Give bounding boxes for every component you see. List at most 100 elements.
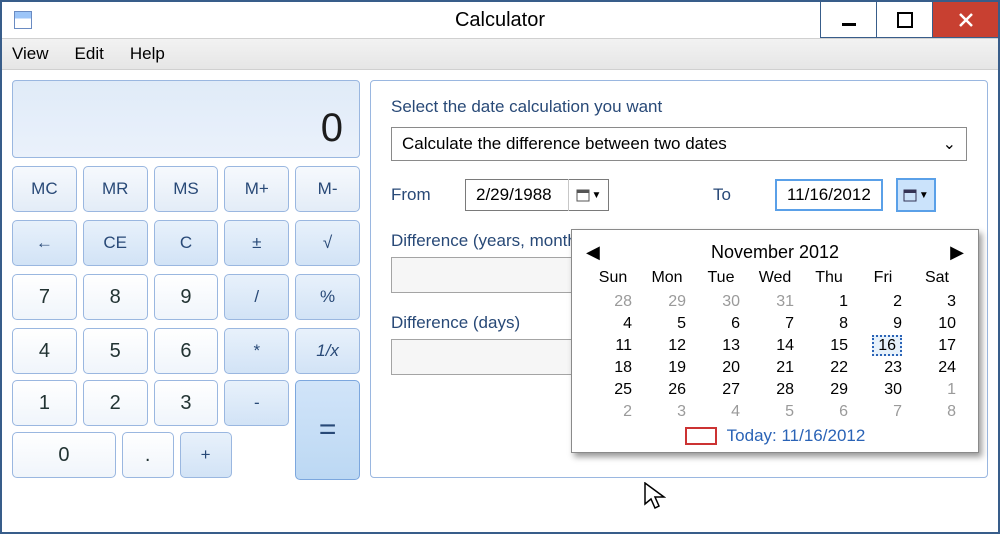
- calendar-day[interactable]: 8: [910, 400, 964, 422]
- calendar-day[interactable]: 5: [748, 400, 802, 422]
- calendar-day[interactable]: 27: [694, 378, 748, 400]
- calendar-day[interactable]: 4: [586, 312, 640, 334]
- from-date-picker[interactable]: 2/29/1988 ▼: [465, 179, 609, 211]
- btn-6[interactable]: 6: [154, 328, 219, 374]
- calendar-day[interactable]: 14: [748, 334, 802, 356]
- btn-recip[interactable]: 1/x: [295, 328, 360, 374]
- calendar-today-bar[interactable]: Today: 11/16/2012: [586, 426, 964, 446]
- calendar-day[interactable]: 29: [640, 290, 694, 312]
- btn-2[interactable]: 2: [83, 380, 148, 426]
- calendar-day[interactable]: 13: [694, 334, 748, 356]
- prev-month-button[interactable]: ◀: [586, 242, 600, 263]
- calendar-day[interactable]: 24: [910, 356, 964, 378]
- calendar-day[interactable]: 21: [748, 356, 802, 378]
- calendar-day[interactable]: 4: [694, 400, 748, 422]
- btn-mr[interactable]: MR: [83, 166, 148, 212]
- calendar-day[interactable]: 2: [586, 400, 640, 422]
- calendar-dow-header: Sun: [586, 266, 640, 290]
- menu-edit[interactable]: Edit: [75, 44, 104, 64]
- calendar-day[interactable]: 7: [856, 400, 910, 422]
- btn-mplus[interactable]: M+: [224, 166, 289, 212]
- btn-add[interactable]: +: [180, 432, 232, 478]
- btn-sqrt[interactable]: √: [295, 220, 360, 266]
- btn-mc[interactable]: MC: [12, 166, 77, 212]
- calendar-day[interactable]: 1: [802, 290, 856, 312]
- calendar-month-title[interactable]: November 2012: [600, 242, 950, 263]
- date-calc-pane: Select the date calculation you want Cal…: [370, 80, 988, 478]
- calendar-day[interactable]: 5: [640, 312, 694, 334]
- calendar-day[interactable]: 11: [586, 334, 640, 356]
- window-buttons: [820, 2, 998, 38]
- next-month-button[interactable]: ▶: [950, 242, 964, 263]
- to-date-picker[interactable]: 11/16/2012: [775, 179, 883, 211]
- calendar-day[interactable]: 7: [748, 312, 802, 334]
- calendar-grid: SunMonTueWedThuFriSat2829303112345678910…: [586, 266, 964, 422]
- calendar-day[interactable]: 30: [856, 378, 910, 400]
- combo-value: Calculate the difference between two dat…: [402, 134, 727, 154]
- to-date-drop-button[interactable]: ▼: [896, 178, 936, 212]
- calendar-day[interactable]: 19: [640, 356, 694, 378]
- calendar-dow-header: Thu: [802, 266, 856, 290]
- calendar-dow-header: Wed: [748, 266, 802, 290]
- btn-mminus[interactable]: M-: [295, 166, 360, 212]
- menu-view[interactable]: View: [12, 44, 49, 64]
- btn-back[interactable]: ←: [12, 220, 77, 266]
- calendar-day[interactable]: 8: [802, 312, 856, 334]
- calendar-day[interactable]: 3: [910, 290, 964, 312]
- calendar-day[interactable]: 15: [802, 334, 856, 356]
- calendar-day[interactable]: 29: [802, 378, 856, 400]
- btn-div[interactable]: /: [224, 274, 289, 320]
- btn-pct[interactable]: %: [295, 274, 360, 320]
- calendar-day[interactable]: 18: [586, 356, 640, 378]
- close-icon: [958, 12, 974, 28]
- calendar-day[interactable]: 23: [856, 356, 910, 378]
- calendar-day[interactable]: 10: [910, 312, 964, 334]
- btn-neg[interactable]: ±: [224, 220, 289, 266]
- calendar-day[interactable]: 26: [640, 378, 694, 400]
- btn-4[interactable]: 4: [12, 328, 77, 374]
- calc-type-combo[interactable]: Calculate the difference between two dat…: [391, 127, 967, 161]
- calendar-day[interactable]: 12: [640, 334, 694, 356]
- calendar-day[interactable]: 6: [802, 400, 856, 422]
- close-button[interactable]: [932, 2, 998, 38]
- minimize-button[interactable]: [820, 2, 876, 38]
- btn-ms[interactable]: MS: [154, 166, 219, 212]
- calendar-day[interactable]: 16: [856, 334, 910, 356]
- calendar-icon: [903, 188, 917, 202]
- calendar-day[interactable]: 31: [748, 290, 802, 312]
- calendar-day[interactable]: 25: [586, 378, 640, 400]
- calendar-day[interactable]: 17: [910, 334, 964, 356]
- btn-mul[interactable]: *: [224, 328, 289, 374]
- calendar-day[interactable]: 1: [910, 378, 964, 400]
- calendar-day[interactable]: 28: [748, 378, 802, 400]
- calculator-pane: 0 MC MR MS M+ M- ← CE C ± √ 7 8 9 / %: [12, 80, 360, 478]
- btn-8[interactable]: 8: [83, 274, 148, 320]
- btn-3[interactable]: 3: [154, 380, 219, 426]
- calendar-day[interactable]: 9: [856, 312, 910, 334]
- calendar-dow-header: Sat: [910, 266, 964, 290]
- today-box-icon: [685, 427, 717, 445]
- calendar-day[interactable]: 6: [694, 312, 748, 334]
- btn-ce[interactable]: CE: [83, 220, 148, 266]
- down-triangle-icon: ▼: [919, 190, 929, 201]
- calendar-day[interactable]: 22: [802, 356, 856, 378]
- btn-0[interactable]: 0: [12, 432, 116, 478]
- btn-dot[interactable]: .: [122, 432, 174, 478]
- calendar-day[interactable]: 2: [856, 290, 910, 312]
- btn-sub[interactable]: -: [224, 380, 289, 426]
- from-date-drop-button[interactable]: ▼: [568, 179, 608, 211]
- menu-help[interactable]: Help: [130, 44, 165, 64]
- calendar-day[interactable]: 28: [586, 290, 640, 312]
- calendar-day[interactable]: 3: [640, 400, 694, 422]
- title-bar[interactable]: Calculator: [2, 2, 998, 38]
- maximize-button[interactable]: [876, 2, 932, 38]
- btn-eq[interactable]: =: [295, 380, 360, 480]
- calendar-day[interactable]: 20: [694, 356, 748, 378]
- btn-c[interactable]: C: [154, 220, 219, 266]
- btn-1[interactable]: 1: [12, 380, 77, 426]
- btn-9[interactable]: 9: [154, 274, 219, 320]
- btn-7[interactable]: 7: [12, 274, 77, 320]
- btn-5[interactable]: 5: [83, 328, 148, 374]
- chevron-down-icon: ⌄: [943, 134, 956, 154]
- calendar-day[interactable]: 30: [694, 290, 748, 312]
